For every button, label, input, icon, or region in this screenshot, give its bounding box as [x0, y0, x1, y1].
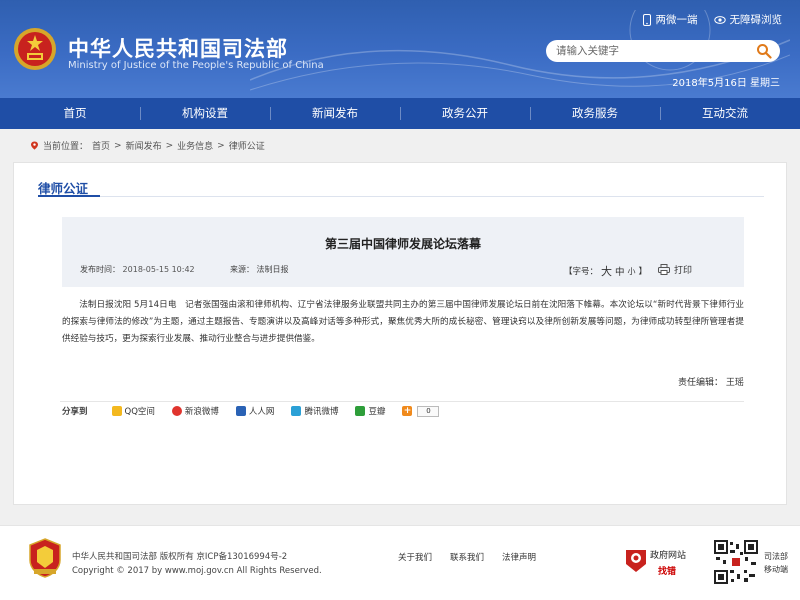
share-sina-weibo-label: 新浪微博 [184, 407, 219, 417]
gov-error-label: 找错 [658, 567, 677, 577]
footer-link-about[interactable]: 关于我们 [398, 551, 432, 563]
douban-icon [355, 406, 366, 416]
font-size-large[interactable]: 大 [601, 263, 612, 279]
site-footer: 中华人民共和国司法部 版权所有 京ICP备13016994号-2 Copyrig… [0, 525, 800, 600]
print-button[interactable]: 打印 [658, 263, 692, 276]
nav-item-government-services[interactable]: 政务服务 [530, 98, 660, 129]
qzone-icon [111, 406, 122, 416]
footer-link-legal[interactable]: 法律声明 [502, 551, 536, 563]
share-tencent-weibo-label: 腾讯微博 [304, 407, 339, 417]
breadcrumb-home[interactable]: 首页 [92, 139, 110, 152]
breadcrumb-news[interactable]: 新闻发布 [126, 139, 162, 152]
font-size-end: 】 [638, 267, 648, 277]
gov-website-icon [626, 550, 646, 572]
share-tencent-weibo[interactable]: 腾讯微博 [291, 405, 338, 417]
search-box [546, 40, 780, 62]
print-label: 打印 [674, 266, 693, 276]
share-renren-label: 人人网 [248, 407, 275, 417]
national-emblem-icon [14, 28, 56, 70]
nav-item-government-affairs[interactable]: 政务公开 [400, 98, 530, 129]
top-links: 两微一端 无障碍浏览 [642, 12, 783, 27]
article-source: 来源： 法制日报 [230, 264, 289, 275]
font-size-switcher: 【字号： 大 中 小 】 [564, 263, 647, 279]
content-panel: 律师公证 第三届中国律师发展论坛落幕 发布时间： 2018-05-15 10:4… [13, 162, 787, 505]
weibo-icon [171, 406, 182, 416]
breadcrumb-business-info[interactable]: 业务信息 [177, 139, 213, 152]
share-qzone[interactable]: QQ空间 [111, 405, 155, 417]
share-sina-weibo[interactable]: 新浪微博 [171, 405, 219, 417]
share-renren[interactable]: 人人网 [235, 405, 275, 417]
search-button[interactable] [754, 42, 774, 60]
publish-time-value: 2018-05-15 10:42 [122, 265, 195, 274]
gov-website-label: 政府网站 [650, 551, 687, 561]
qr-caption-line2: 移动端 [764, 565, 788, 574]
responsible-editor: 责任编辑： 王瑶 [678, 375, 744, 388]
search-icon [757, 44, 772, 59]
breadcrumb: 当前位置： 首页 > 新闻发布 > 业务信息 > 律师公证 [30, 139, 265, 152]
two-micro-one-end-label: 两微一端 [655, 14, 698, 26]
search-input[interactable] [556, 45, 754, 57]
site-title[interactable]: 中华人民共和国司法部 [68, 33, 288, 63]
location-icon [31, 141, 38, 150]
share-bar: 分享到 QQ空间 新浪微博 人人网 腾讯微博 豆瓣 + 0 [62, 402, 456, 420]
footer-copyright-en: Copyright © 2017 by www.moj.gov.cn All R… [72, 566, 322, 576]
qr-caption: 司法部 移动端 [764, 550, 788, 576]
printer-icon [658, 264, 670, 275]
font-size-medium[interactable]: 中 [615, 264, 625, 278]
article-header: 第三届中国律师发展论坛落幕 发布时间： 2018-05-15 10:42 来源：… [62, 217, 744, 287]
two-micro-one-end-link[interactable]: 两微一端 [642, 12, 698, 27]
publish-time: 发布时间： 2018-05-15 10:42 [80, 264, 195, 275]
gov-website-error-report[interactable]: 政府网站 找错 [624, 544, 702, 578]
section-divider [38, 195, 764, 197]
qr-caption-line1: 司法部 [764, 552, 788, 561]
nav-item-home[interactable]: 首页 [10, 98, 140, 129]
share-douban[interactable]: 豆瓣 [355, 405, 385, 417]
phone-icon [642, 13, 651, 26]
nav-item-news[interactable]: 新闻发布 [270, 98, 400, 129]
breadcrumb-separator: > [217, 140, 225, 151]
share-count: 0 [417, 405, 440, 417]
accessibility-label: 无障碍浏览 [729, 14, 783, 26]
footer-link-contact[interactable]: 联系我们 [450, 551, 484, 563]
article-body: 法制日报沈阳 5月14日电 记者张国强由滚和律师机构、辽宁省法律服务业联盟共同主… [62, 300, 744, 344]
renren-icon [235, 406, 246, 416]
nav-item-organization[interactable]: 机构设置 [140, 98, 270, 129]
article-title: 第三届中国律师发展论坛落幕 [324, 237, 481, 251]
breadcrumb-prefix: 当前位置： [43, 142, 89, 152]
breadcrumb-separator: > [165, 140, 174, 151]
share-more[interactable]: + 0 [402, 405, 440, 417]
footer-copyright: 中华人民共和国司法部 版权所有 京ICP备13016994号-2 [72, 552, 288, 562]
publish-time-label: 发布时间： [80, 265, 120, 274]
share-qzone-label: QQ空间 [124, 407, 155, 417]
tencent-weibo-icon [291, 406, 302, 416]
qr-code-icon [714, 540, 758, 584]
accessibility-link[interactable]: 无障碍浏览 [713, 12, 783, 27]
source-label: 来源： [230, 265, 254, 274]
site-header: 中华人民共和国司法部 Ministry of Justice of the Pe… [0, 0, 800, 98]
nav-item-interaction[interactable]: 互动交流 [660, 98, 790, 129]
font-size-small[interactable]: 小 [628, 266, 636, 277]
plus-icon: + [402, 406, 413, 416]
footer-links: 关于我们 联系我们 法律声明 [398, 551, 536, 563]
site-subtitle: Ministry of Justice of the People's Repu… [68, 60, 324, 71]
source-value: 法制日报 [256, 265, 289, 274]
breadcrumb-lawyer-notary[interactable]: 律师公证 [229, 139, 265, 152]
party-government-logo-icon [29, 538, 61, 578]
share-douban-label: 豆瓣 [368, 407, 386, 417]
editor-name: 王瑶 [725, 378, 744, 388]
breadcrumb-separator: > [114, 140, 122, 151]
main-nav: 首页 机构设置 新闻发布 政务公开 政务服务 互动交流 [0, 98, 800, 129]
current-date: 2018年5月16日 星期三 [672, 78, 780, 89]
font-size-label: 【字号： [564, 267, 599, 277]
editor-label: 责任编辑： [678, 378, 724, 388]
share-label: 分享到 [62, 407, 88, 417]
eye-icon [713, 15, 726, 24]
